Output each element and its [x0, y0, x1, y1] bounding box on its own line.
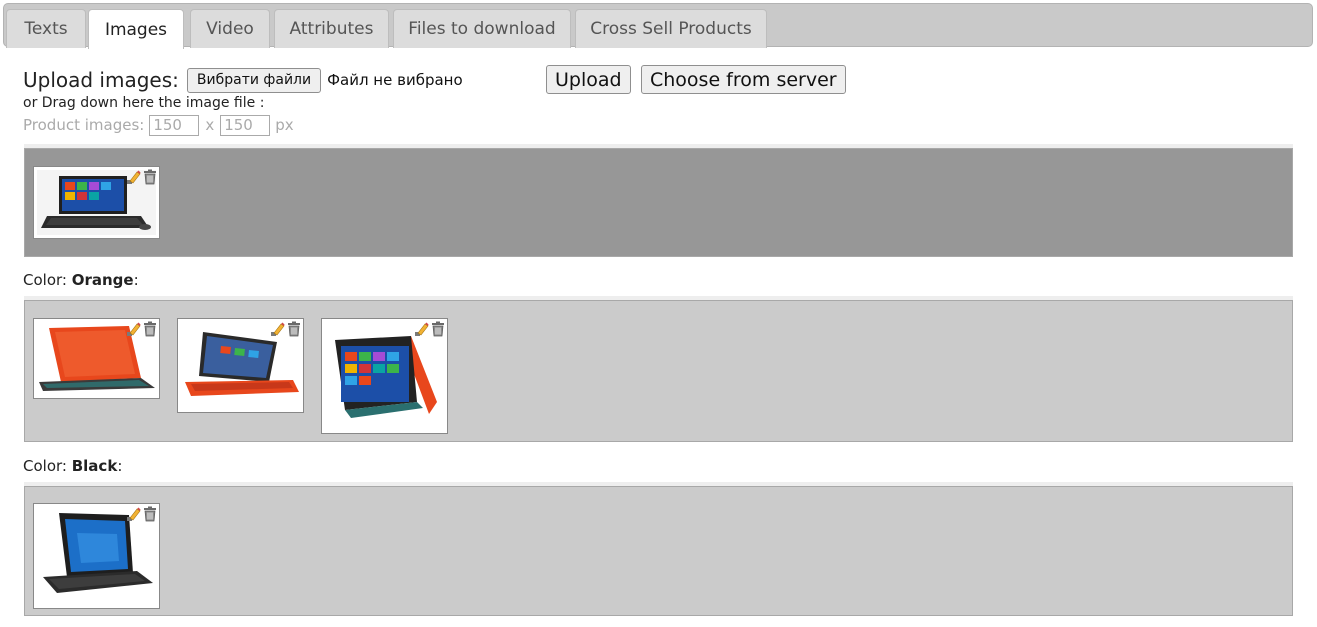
pencil-icon[interactable]: [413, 321, 429, 337]
tab-attributes[interactable]: Attributes: [274, 9, 389, 48]
tab-files-to-download[interactable]: Files to download: [393, 9, 571, 48]
tab-video[interactable]: Video: [190, 9, 270, 48]
laptop-orange-tent-icon: [325, 322, 444, 430]
image-thumbnail[interactable]: [33, 503, 160, 609]
image-thumbnail[interactable]: [33, 166, 160, 239]
image-thumbnail[interactable]: [177, 318, 304, 413]
tab-cross-sell-products[interactable]: Cross Sell Products: [575, 9, 767, 48]
trash-icon[interactable]: [286, 321, 302, 337]
color-suffix: :: [133, 271, 139, 289]
trash-icon[interactable]: [142, 506, 158, 522]
file-status-text: Файл не вибрано: [327, 71, 463, 89]
tab-texts[interactable]: Texts: [6, 9, 86, 48]
color-label: Color:: [23, 271, 67, 289]
choose-from-server-button[interactable]: Choose from server: [641, 65, 846, 94]
upload-row: Upload images: Вибрати файли Файл не виб…: [23, 66, 463, 94]
choose-files-button[interactable]: Вибрати файли: [186, 67, 322, 93]
gallery-default[interactable]: [24, 148, 1293, 257]
trash-icon[interactable]: [142, 169, 158, 185]
pencil-icon[interactable]: [269, 321, 285, 337]
trash-icon[interactable]: [430, 321, 446, 337]
tab-images[interactable]: Images: [88, 9, 184, 49]
color-label: Color:: [23, 457, 67, 475]
gallery-black[interactable]: [24, 486, 1293, 616]
gallery-orange[interactable]: [24, 300, 1293, 442]
image-size-row: Product images: x px: [23, 114, 294, 136]
pencil-icon[interactable]: [125, 321, 141, 337]
product-images-size-label: Product images:: [23, 116, 145, 134]
image-thumbnail[interactable]: [33, 318, 160, 399]
size-unit: px: [275, 116, 294, 134]
upload-button[interactable]: Upload: [546, 65, 631, 94]
image-thumbnail[interactable]: [321, 318, 448, 434]
color-value-black: Black: [71, 457, 118, 475]
trash-icon[interactable]: [142, 321, 158, 337]
image-height-input[interactable]: [220, 114, 271, 136]
pencil-icon[interactable]: [125, 506, 141, 522]
size-separator: x: [205, 116, 215, 134]
image-width-input[interactable]: [149, 114, 200, 136]
upload-images-label: Upload images:: [23, 68, 179, 92]
drag-drop-hint: or Drag down here the image file :: [23, 95, 265, 111]
color-value-orange: Orange: [71, 271, 134, 289]
section-label-orange: Color: Orange:: [23, 271, 139, 289]
section-label-black: Color: Black:: [23, 457, 122, 475]
tabs-bar: Texts Images Video Attributes Files to d…: [3, 3, 1313, 49]
color-suffix: :: [117, 457, 123, 475]
pencil-icon[interactable]: [125, 169, 141, 185]
